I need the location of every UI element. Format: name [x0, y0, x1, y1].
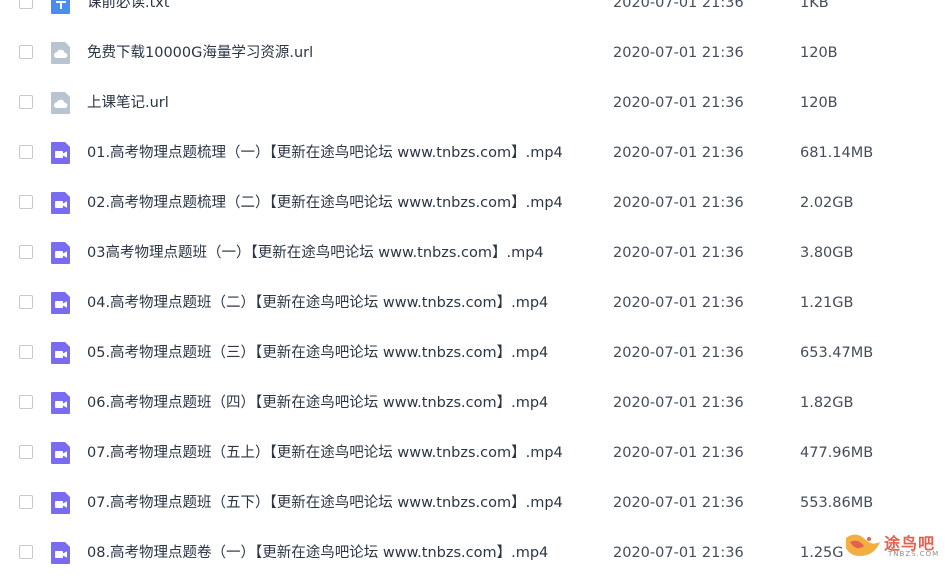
file-list: 课前必读.txt 2020-07-01 21:36 1KB 免费下载10000G… — [0, 0, 947, 578]
file-size: 477.96MB — [800, 445, 874, 461]
row-checkbox[interactable] — [19, 495, 33, 509]
file-row[interactable]: 08.高考物理点题卷（一）【更新在途鸟吧论坛 www.tnbzs.com】.mp… — [0, 528, 947, 578]
file-size: 1KB — [800, 0, 829, 11]
row-checkbox[interactable] — [19, 145, 33, 159]
file-date: 2020-07-01 21:36 — [613, 0, 744, 11]
video-file-icon — [50, 291, 72, 315]
row-checkbox[interactable] — [19, 395, 33, 409]
video-file-icon — [50, 391, 72, 415]
file-row[interactable]: 课前必读.txt 2020-07-01 21:36 1KB — [0, 0, 947, 28]
row-checkbox[interactable] — [19, 95, 33, 109]
file-name[interactable]: 05.高考物理点题班（三）【更新在途鸟吧论坛 www.tnbzs.com】.mp… — [87, 328, 548, 378]
video-file-icon — [50, 441, 72, 465]
row-checkbox[interactable] — [19, 545, 33, 559]
file-row[interactable]: 上课笔记.url 2020-07-01 21:36 120B — [0, 78, 947, 128]
file-name[interactable]: 上课笔记.url — [87, 78, 169, 128]
row-checkbox[interactable] — [19, 295, 33, 309]
file-date: 2020-07-01 21:36 — [613, 545, 744, 561]
video-file-icon — [50, 341, 72, 365]
file-name[interactable]: 04.高考物理点题班（二）【更新在途鸟吧论坛 www.tnbzs.com】.mp… — [87, 278, 548, 328]
video-file-icon — [50, 541, 72, 565]
file-name[interactable]: 01.高考物理点题梳理（一）【更新在途鸟吧论坛 www.tnbzs.com】.m… — [87, 128, 563, 178]
file-date: 2020-07-01 21:36 — [613, 245, 744, 261]
file-row[interactable]: 03高考物理点题班（一）【更新在途鸟吧论坛 www.tnbzs.com】.mp4… — [0, 228, 947, 278]
bird-logo-icon — [846, 534, 880, 556]
file-row[interactable]: 06.高考物理点题班（四）【更新在途鸟吧论坛 www.tnbzs.com】.mp… — [0, 378, 947, 428]
file-name[interactable]: 08.高考物理点题卷（一）【更新在途鸟吧论坛 www.tnbzs.com】.mp… — [87, 528, 548, 578]
file-row[interactable]: 01.高考物理点题梳理（一）【更新在途鸟吧论坛 www.tnbzs.com】.m… — [0, 128, 947, 178]
row-checkbox[interactable] — [19, 245, 33, 259]
file-row[interactable]: 07.高考物理点题班（五上）【更新在途鸟吧论坛 www.tnbzs.com】.m… — [0, 428, 947, 478]
file-size: 653.47MB — [800, 345, 874, 361]
file-row[interactable]: 04.高考物理点题班（二）【更新在途鸟吧论坛 www.tnbzs.com】.mp… — [0, 278, 947, 328]
file-size: 2.02GB — [800, 195, 854, 211]
link-file-icon — [50, 41, 72, 65]
file-date: 2020-07-01 21:36 — [613, 445, 744, 461]
file-size: 120B — [800, 95, 838, 111]
file-name[interactable]: 03高考物理点题班（一）【更新在途鸟吧论坛 www.tnbzs.com】.mp4 — [87, 228, 544, 278]
file-name[interactable]: 06.高考物理点题班（四）【更新在途鸟吧论坛 www.tnbzs.com】.mp… — [87, 378, 548, 428]
video-file-icon — [50, 491, 72, 515]
file-size: 120B — [800, 45, 838, 61]
file-name[interactable]: 07.高考物理点题班（五上）【更新在途鸟吧论坛 www.tnbzs.com】.m… — [87, 428, 563, 478]
link-file-icon — [50, 91, 72, 115]
file-row[interactable]: 07.高考物理点题班（五下）【更新在途鸟吧论坛 www.tnbzs.com】.m… — [0, 478, 947, 528]
row-checkbox[interactable] — [19, 0, 33, 9]
row-checkbox[interactable] — [19, 345, 33, 359]
file-row[interactable]: 05.高考物理点题班（三）【更新在途鸟吧论坛 www.tnbzs.com】.mp… — [0, 328, 947, 378]
row-checkbox[interactable] — [19, 445, 33, 459]
file-name[interactable]: 07.高考物理点题班（五下）【更新在途鸟吧论坛 www.tnbzs.com】.m… — [87, 478, 563, 528]
file-date: 2020-07-01 21:36 — [613, 495, 744, 511]
file-size: 1.25G — [800, 545, 844, 561]
video-file-icon — [50, 191, 72, 215]
file-date: 2020-07-01 21:36 — [613, 395, 744, 411]
file-size: 1.82GB — [800, 395, 854, 411]
file-size: 553.86MB — [800, 495, 874, 511]
file-date: 2020-07-01 21:36 — [613, 345, 744, 361]
file-name[interactable]: 课前必读.txt — [87, 0, 170, 28]
file-row[interactable]: 免费下载10000G海量学习资源.url 2020-07-01 21:36 12… — [0, 28, 947, 78]
file-date: 2020-07-01 21:36 — [613, 295, 744, 311]
file-date: 2020-07-01 21:36 — [613, 45, 744, 61]
watermark-subtext: TNBZS.COM — [888, 550, 940, 558]
file-name[interactable]: 02.高考物理点题梳理（二）【更新在途鸟吧论坛 www.tnbzs.com】.m… — [87, 178, 563, 228]
video-file-icon — [50, 141, 72, 165]
file-date: 2020-07-01 21:36 — [613, 195, 744, 211]
file-name[interactable]: 免费下载10000G海量学习资源.url — [87, 28, 313, 78]
file-row[interactable]: 02.高考物理点题梳理（二）【更新在途鸟吧论坛 www.tnbzs.com】.m… — [0, 178, 947, 228]
text-file-icon — [50, 0, 72, 15]
file-size: 3.80GB — [800, 245, 854, 261]
file-size: 1.21GB — [800, 295, 854, 311]
file-date: 2020-07-01 21:36 — [613, 95, 744, 111]
row-checkbox[interactable] — [19, 45, 33, 59]
site-watermark: 途鸟吧 TNBZS.COM — [842, 528, 942, 562]
video-file-icon — [50, 241, 72, 265]
file-size: 681.14MB — [800, 145, 874, 161]
row-checkbox[interactable] — [19, 195, 33, 209]
file-date: 2020-07-01 21:36 — [613, 145, 744, 161]
